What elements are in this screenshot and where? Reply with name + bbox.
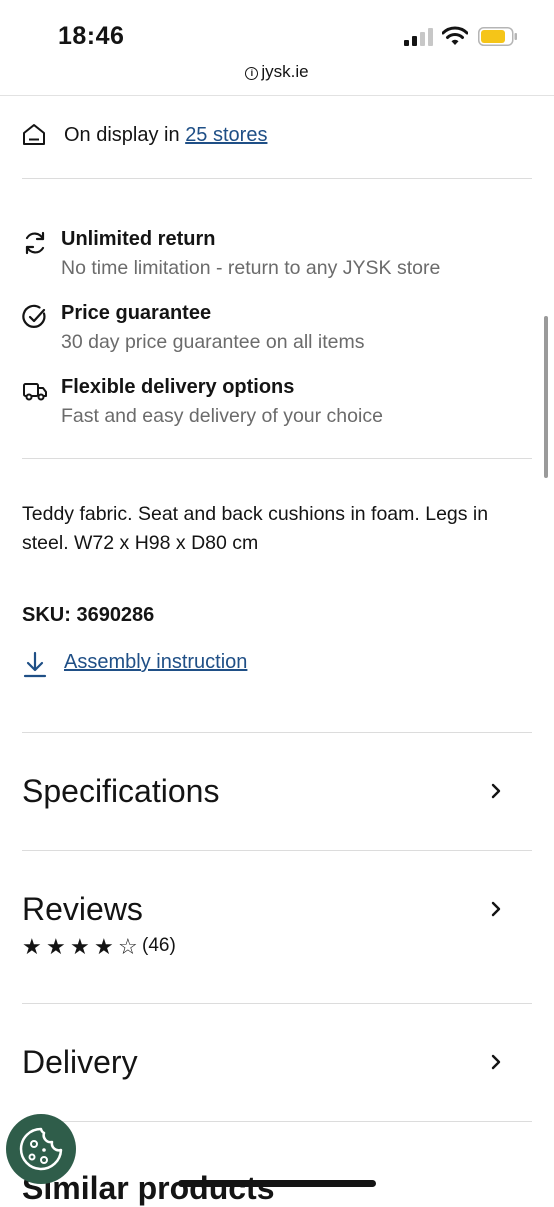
stores-link[interactable]: 25 stores bbox=[185, 124, 267, 146]
usp-subtitle: No time limitation - return to any JYSK … bbox=[61, 257, 441, 279]
url-text: jysk.ie bbox=[261, 62, 309, 81]
store-text: On display in 25 stores bbox=[64, 124, 267, 147]
scrollbar[interactable] bbox=[544, 316, 548, 478]
star-full-icon: ★ bbox=[70, 934, 90, 959]
star-full-icon: ★ bbox=[22, 934, 42, 959]
usp-subtitle: Fast and easy delivery of your choice bbox=[61, 405, 383, 427]
assembly-label[interactable]: Assembly instruction bbox=[64, 651, 247, 674]
usp-price-guarantee: Price guarantee 30 day price guarantee o… bbox=[22, 302, 532, 362]
product-sku: SKU: 3690286 bbox=[22, 604, 155, 626]
usp-title: Flexible delivery options bbox=[61, 376, 295, 398]
chevron-right-icon[interactable] bbox=[488, 1051, 504, 1073]
home-indicator[interactable] bbox=[178, 1180, 376, 1187]
wifi-icon bbox=[442, 26, 468, 45]
check-circle-icon bbox=[22, 304, 46, 328]
accordion-title[interactable]: Delivery bbox=[22, 1044, 138, 1081]
star-full-icon: ★ bbox=[94, 934, 114, 959]
store-prefix: On display in bbox=[64, 124, 180, 146]
info-icon: i bbox=[245, 67, 259, 80]
signal-icon bbox=[404, 28, 433, 46]
status-bar: 18:46 bbox=[0, 0, 554, 66]
usp-title: Price guarantee bbox=[61, 302, 212, 324]
divider bbox=[22, 1003, 532, 1004]
cookie-settings-button[interactable] bbox=[6, 1114, 76, 1184]
truck-icon bbox=[23, 383, 47, 401]
usp-title: Unlimited return bbox=[61, 228, 216, 250]
accordion-title[interactable]: Reviews bbox=[22, 891, 143, 928]
status-time: 18:46 bbox=[58, 22, 125, 50]
divider bbox=[22, 850, 532, 851]
product-description: Teddy fabric. Seat and back cushions in … bbox=[22, 503, 489, 554]
accordion-title[interactable]: Specifications bbox=[22, 773, 219, 810]
usp-flexible-delivery: Flexible delivery options Fast and easy … bbox=[22, 376, 532, 436]
battery-icon bbox=[478, 27, 517, 46]
divider bbox=[22, 732, 532, 733]
usp-subtitle: 30 day price guarantee on all items bbox=[61, 331, 365, 353]
return-icon bbox=[25, 231, 45, 255]
star-empty-icon: ☆ bbox=[118, 934, 138, 959]
divider bbox=[22, 458, 532, 459]
store-icon bbox=[23, 124, 45, 145]
usp-unlimited-return: Unlimited return No time limitation - re… bbox=[22, 228, 532, 288]
review-count: (46) bbox=[142, 935, 176, 956]
chevron-right-icon[interactable] bbox=[488, 898, 504, 920]
address-bar[interactable]: i jysk.ie bbox=[0, 62, 554, 92]
browser-divider bbox=[0, 95, 554, 96]
divider bbox=[22, 178, 532, 179]
chevron-right-icon[interactable] bbox=[488, 780, 504, 802]
divider bbox=[22, 1121, 532, 1122]
download-icon bbox=[23, 651, 47, 678]
star-full-icon: ★ bbox=[46, 934, 66, 959]
cookie-icon bbox=[19, 1127, 63, 1171]
